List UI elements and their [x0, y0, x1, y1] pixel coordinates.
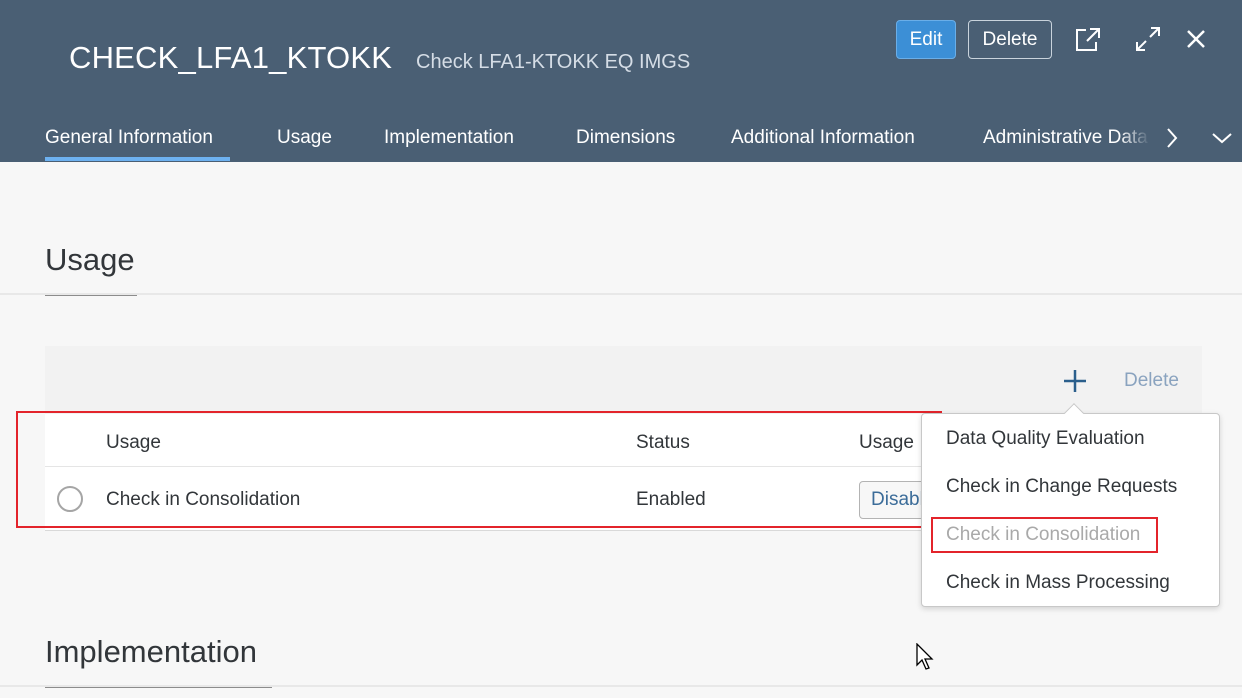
- row-select-radio[interactable]: [57, 486, 83, 512]
- table-cell-status: Enabled: [636, 489, 706, 510]
- tab-dimensions[interactable]: Dimensions: [576, 127, 675, 149]
- delete-button[interactable]: Delete: [968, 20, 1052, 59]
- menu-item-data-quality-evaluation[interactable]: Data Quality Evaluation: [946, 428, 1145, 450]
- tab-additional-information[interactable]: Additional Information: [731, 127, 915, 149]
- tab-general-information[interactable]: General Information: [45, 127, 213, 149]
- column-header-usage-action[interactable]: Usage: [859, 432, 914, 454]
- table-cell-usage: Check in Consolidation: [106, 489, 301, 510]
- table-toolbar: [45, 346, 1202, 414]
- edit-button[interactable]: Edit: [896, 20, 956, 59]
- tab-fade: [1120, 120, 1150, 160]
- tab-implementation[interactable]: Implementation: [384, 127, 514, 149]
- menu-item-check-in-mass-processing[interactable]: Check in Mass Processing: [946, 572, 1170, 594]
- implementation-section-title: Implementation: [45, 634, 257, 669]
- chevron-right-icon[interactable]: [1157, 123, 1187, 153]
- tab-usage[interactable]: Usage: [277, 127, 332, 149]
- table-delete-button[interactable]: Delete: [1124, 370, 1179, 392]
- menu-item-check-in-change-requests[interactable]: Check in Change Requests: [946, 476, 1177, 498]
- column-header-usage[interactable]: Usage: [106, 432, 161, 454]
- active-tab-indicator: [45, 157, 230, 161]
- usage-section-title: Usage: [45, 242, 135, 277]
- close-icon[interactable]: [1181, 24, 1211, 54]
- page-subtitle: Check LFA1-KTOKK EQ IMGS: [416, 51, 691, 73]
- share-icon[interactable]: [1073, 24, 1103, 54]
- object-page-header: CHECK_LFA1_KTOKK Check LFA1-KTOKK EQ IMG…: [0, 0, 1242, 162]
- column-header-status[interactable]: Status: [636, 432, 690, 454]
- plus-icon[interactable]: [1060, 366, 1090, 396]
- add-usage-popover: Data Quality Evaluation Check in Change …: [921, 413, 1220, 607]
- mouse-cursor-icon: [916, 642, 936, 676]
- fullscreen-icon[interactable]: [1133, 24, 1163, 54]
- section-divider: [0, 293, 1242, 295]
- chevron-down-icon[interactable]: [1207, 123, 1237, 153]
- section-divider-implementation: [0, 685, 1242, 687]
- menu-item-check-in-consolidation: Check in Consolidation: [946, 524, 1141, 545]
- page-title: CHECK_LFA1_KTOKK: [69, 40, 393, 75]
